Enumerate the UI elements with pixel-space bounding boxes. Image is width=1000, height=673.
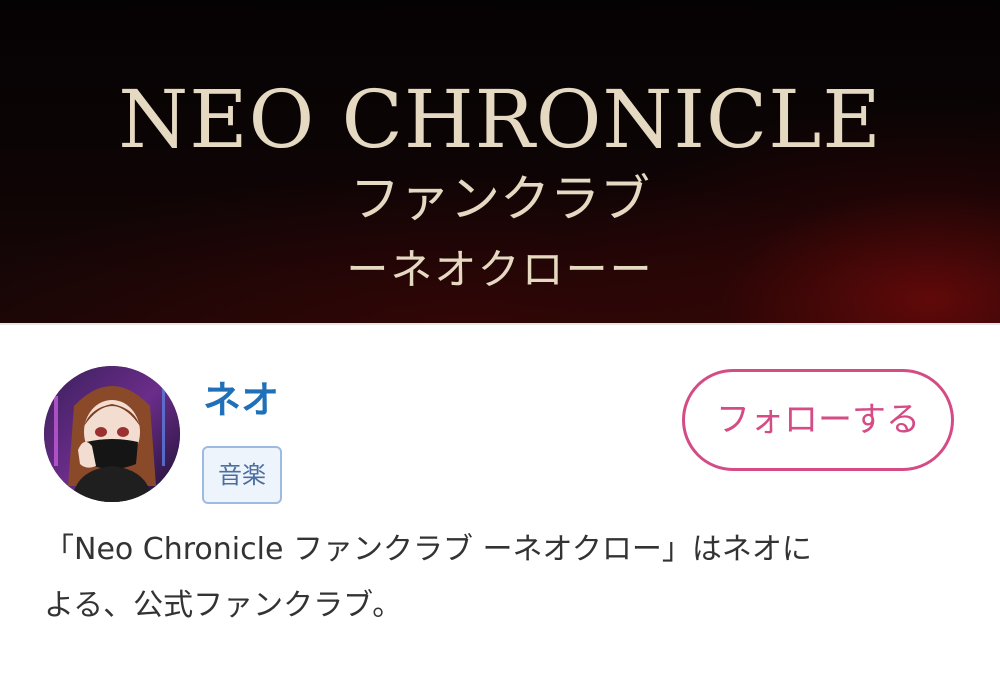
avatar-illustration-icon bbox=[44, 366, 180, 502]
follow-button[interactable]: フォローする bbox=[682, 369, 954, 471]
banner-divider bbox=[0, 323, 1000, 325]
avatar[interactable] bbox=[44, 366, 180, 502]
profile-name[interactable]: ネオ bbox=[203, 376, 279, 424]
category-tag[interactable]: 音楽 bbox=[202, 446, 282, 504]
banner-subtitle: ファンクラブ bbox=[350, 170, 650, 228]
description-line-2: よる、公式ファンクラブ。 bbox=[44, 588, 403, 623]
banner-title: NEO CHRONICLE bbox=[118, 73, 882, 166]
fanclub-description: 「Neo Chronicle ファンクラブ ーネオクロー」はネオに よる、公式フ… bbox=[44, 522, 964, 634]
description-line-1: 「Neo Chronicle ファンクラブ ーネオクロー」はネオに bbox=[44, 532, 812, 567]
banner-subtitle-secondary: ーネオクローー bbox=[346, 245, 654, 294]
fanclub-banner: NEO CHRONICLE ファンクラブ ーネオクローー bbox=[0, 0, 1000, 323]
